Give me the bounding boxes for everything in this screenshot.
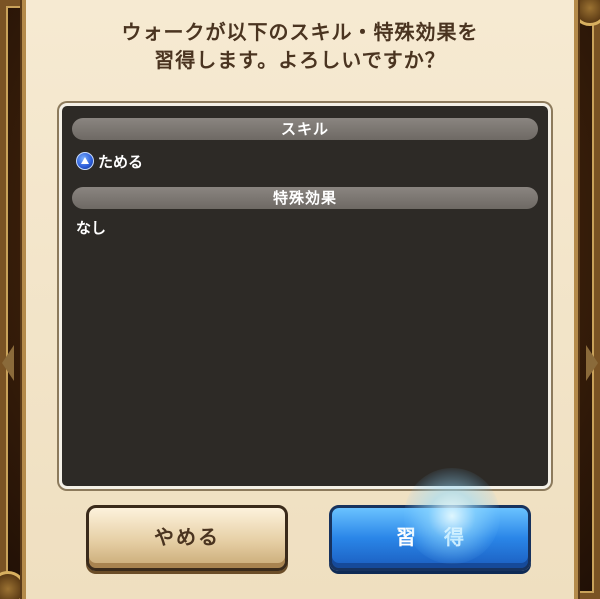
right-arrow-icon [586, 345, 598, 381]
question-line-2: 習得します。よろしいですか？ [154, 48, 446, 72]
effect-item-value: なし [76, 219, 107, 237]
skill-list-panel: スキル ためる 特殊効果 なし [59, 103, 551, 489]
confirm-dialog: ウォークが以下のスキル・特殊効果を 習得します。よろしいですか？ スキル ためる… [22, 0, 578, 599]
question-line-1: ウォークが以下のスキル・特殊効果を [121, 20, 479, 44]
confirm-question: ウォークが以下のスキル・特殊効果を 習得します。よろしいですか？ [26, 18, 574, 74]
learn-button[interactable]: 習得 [329, 505, 531, 571]
game-screen: ウォークが以下のスキル・特殊効果を 習得します。よろしいですか？ スキル ためる… [0, 0, 600, 599]
skill-section-header: スキル [72, 118, 538, 140]
skill-item: ためる [76, 151, 143, 171]
skill-item-label: ためる [98, 152, 144, 171]
skill-orb-icon [76, 152, 94, 170]
cancel-button[interactable]: やめる [86, 505, 288, 571]
left-arrow-icon [2, 345, 14, 381]
effect-section-header: 特殊効果 [72, 187, 538, 209]
